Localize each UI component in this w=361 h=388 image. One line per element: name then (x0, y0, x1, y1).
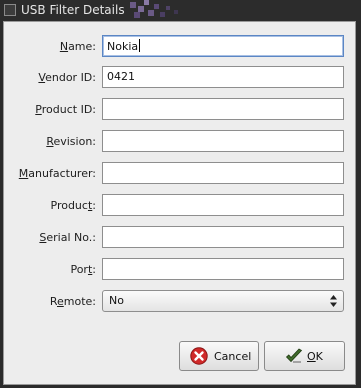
vendor-id-label: Vendor ID: (38, 71, 96, 84)
ok-label: OK (307, 350, 323, 363)
name-label: Name: (59, 40, 96, 53)
checkmark-icon (285, 348, 303, 363)
remote-value: No (109, 294, 124, 307)
dialog-body: Name: Nokia Vendor ID: 0421 Product ID: … (3, 21, 356, 385)
product-id-label: Product ID: (35, 103, 96, 116)
remote-label: Remote: (49, 295, 96, 308)
titlebar-pattern (130, 0, 178, 18)
text-caret (139, 39, 141, 52)
product-row: Product: (4, 194, 357, 218)
vendor-id-row: Vendor ID: 0421 (4, 66, 357, 90)
name-input[interactable]: Nokia (102, 35, 344, 57)
vendor-id-input[interactable]: 0421 (102, 66, 344, 88)
port-input[interactable] (102, 258, 344, 280)
revision-row: Revision: (4, 130, 357, 154)
ok-button[interactable]: OK (264, 341, 345, 371)
name-value: Nokia (107, 40, 139, 53)
serial-no-row: Serial No.: (4, 226, 357, 250)
port-label: Port: (70, 263, 96, 276)
port-row: Port: (4, 258, 357, 282)
cancel-label: Cancel (214, 350, 252, 363)
manufacturer-input[interactable] (102, 162, 344, 184)
serial-no-label: Serial No.: (39, 231, 96, 244)
revision-label: Revision: (46, 135, 96, 148)
serial-no-input[interactable] (102, 226, 344, 248)
product-input[interactable] (102, 194, 344, 216)
remote-row: Remote: No (4, 290, 357, 314)
product-id-input[interactable] (102, 98, 344, 120)
vendor-id-value: 0421 (107, 70, 135, 83)
manufacturer-row: Manufacturer: (4, 162, 357, 186)
remote-select[interactable]: No (102, 290, 344, 312)
product-label: Product: (50, 199, 97, 212)
cancel-button[interactable]: Cancel (179, 341, 259, 371)
manufacturer-label: Manufacturer: (18, 167, 96, 180)
product-id-row: Product ID: (4, 98, 357, 122)
revision-input[interactable] (102, 130, 344, 152)
window-menu-icon[interactable] (4, 4, 16, 16)
usb-filter-details-window: USB Filter Details Name: Nokia Vendor ID… (0, 0, 361, 388)
ok-label-mnemonic: O (307, 350, 316, 363)
window-title: USB Filter Details (21, 3, 125, 17)
name-row: Name: Nokia (4, 35, 357, 59)
cancel-icon (190, 347, 208, 365)
title-bar[interactable]: USB Filter Details (0, 0, 361, 21)
updown-arrows-icon (330, 295, 337, 307)
